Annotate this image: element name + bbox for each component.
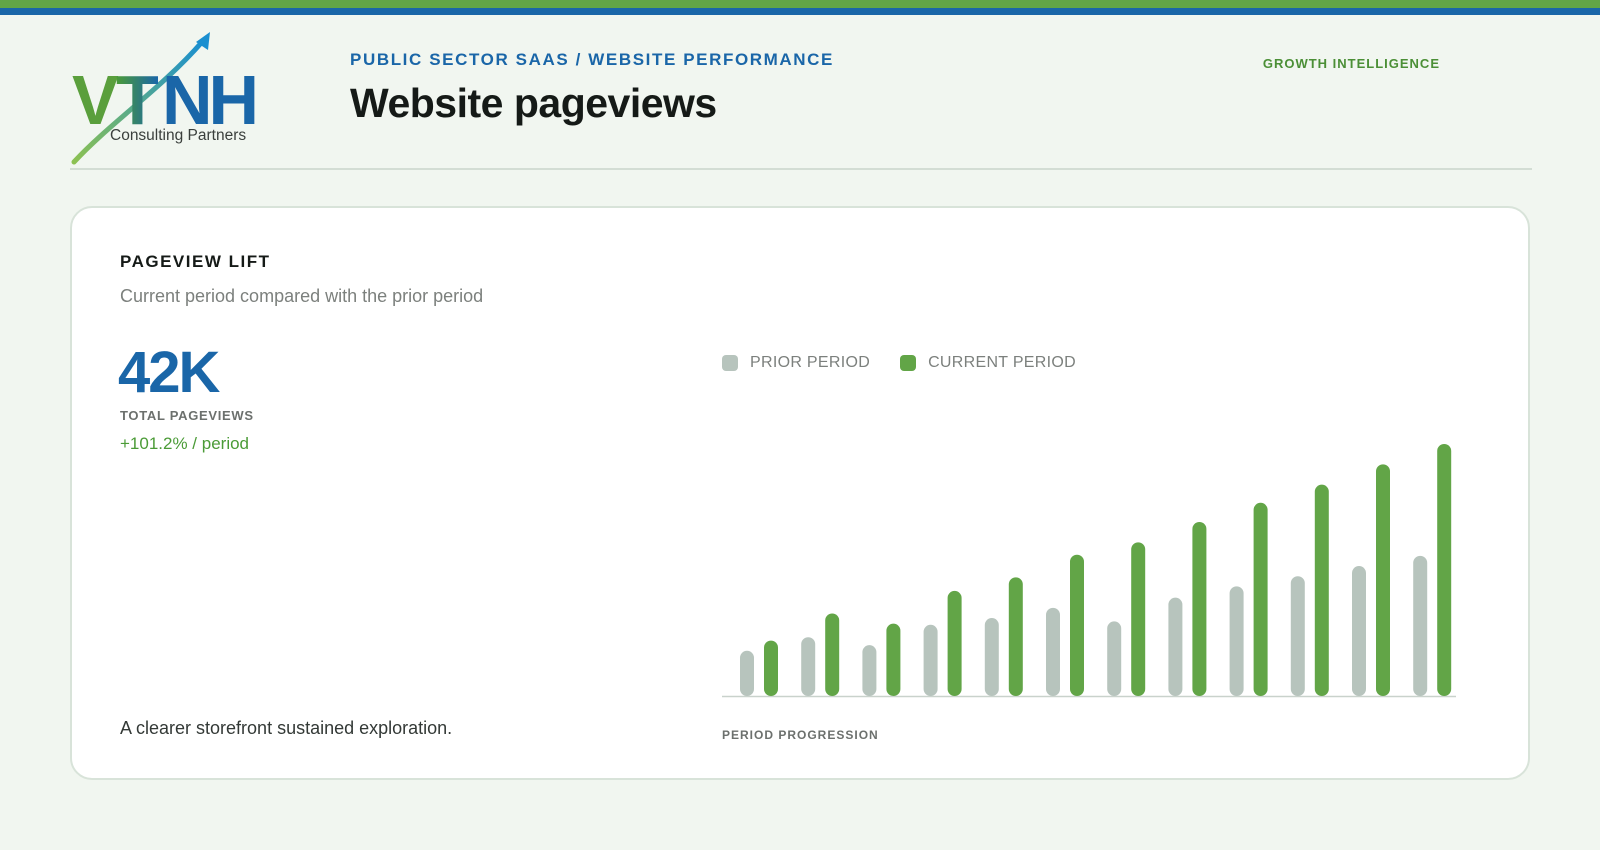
legend-item-prior: PRIOR PERIOD xyxy=(722,354,870,372)
chart-legend: PRIOR PERIOD CURRENT PERIOD xyxy=(722,354,1106,372)
card-footnote: A clearer storefront sustained explorati… xyxy=(120,718,453,738)
bar-prior-3 xyxy=(862,645,877,696)
bar-current-12 xyxy=(1437,444,1452,696)
top-accent-green xyxy=(0,0,1600,8)
bar-prior-6 xyxy=(1046,607,1060,696)
section-tag: GROWTH INTELLIGENCE xyxy=(1262,56,1440,71)
bar-current-4 xyxy=(947,590,962,696)
company-logo: V T NH Consulting Partners xyxy=(71,32,259,165)
bar-prior-2 xyxy=(801,637,816,696)
legend-swatch-current xyxy=(900,355,917,371)
bar-prior-4 xyxy=(923,624,938,696)
bar-current-5 xyxy=(1008,577,1023,696)
kpi-label: TOTAL PAGEVIEWS xyxy=(120,408,254,423)
header-divider xyxy=(70,168,1532,170)
bar-current-7 xyxy=(1131,542,1146,696)
top-accent-blue xyxy=(0,8,1600,15)
kpi-value: 42K xyxy=(118,340,220,405)
bar-current-11 xyxy=(1376,464,1390,696)
bar-prior-8 xyxy=(1168,597,1183,696)
top-accent-bar xyxy=(0,0,1600,15)
legend-item-current: CURRENT PERIOD xyxy=(900,354,1076,372)
legend-label-current: CURRENT PERIOD xyxy=(928,354,1076,371)
bar-current-1 xyxy=(764,640,778,696)
bar-prior-12 xyxy=(1413,555,1428,696)
page-title: Website pageviews xyxy=(350,80,717,126)
bar-prior-1 xyxy=(740,650,754,696)
svg-text:Consulting Partners: Consulting Partners xyxy=(110,127,246,144)
pageview-lift-card: PAGEVIEW LIFT Current period compared wi… xyxy=(70,206,1530,780)
pageview-bar-chart xyxy=(722,444,1456,698)
bar-current-2 xyxy=(825,613,840,696)
bar-prior-5 xyxy=(984,618,999,696)
page-kicker: PUBLIC SECTOR SAAS / WEBSITE PERFORMANCE xyxy=(350,50,834,69)
bar-current-3 xyxy=(886,623,901,696)
bar-prior-11 xyxy=(1352,566,1366,696)
bar-current-9 xyxy=(1253,502,1268,696)
card-subtitle: Current period compared with the prior p… xyxy=(120,286,484,306)
bar-current-6 xyxy=(1070,554,1084,696)
legend-label-prior: PRIOR PERIOD xyxy=(750,354,871,371)
card-title: PAGEVIEW LIFT xyxy=(120,252,271,271)
kpi-change: +101.2% / period xyxy=(120,434,250,453)
bar-current-8 xyxy=(1192,521,1207,696)
legend-swatch-prior xyxy=(722,355,738,371)
bar-current-10 xyxy=(1314,484,1329,696)
bar-prior-9 xyxy=(1229,586,1244,696)
x-axis-label: PERIOD PROGRESSION xyxy=(722,728,879,742)
bar-prior-7 xyxy=(1107,621,1122,696)
bar-prior-10 xyxy=(1290,576,1305,696)
